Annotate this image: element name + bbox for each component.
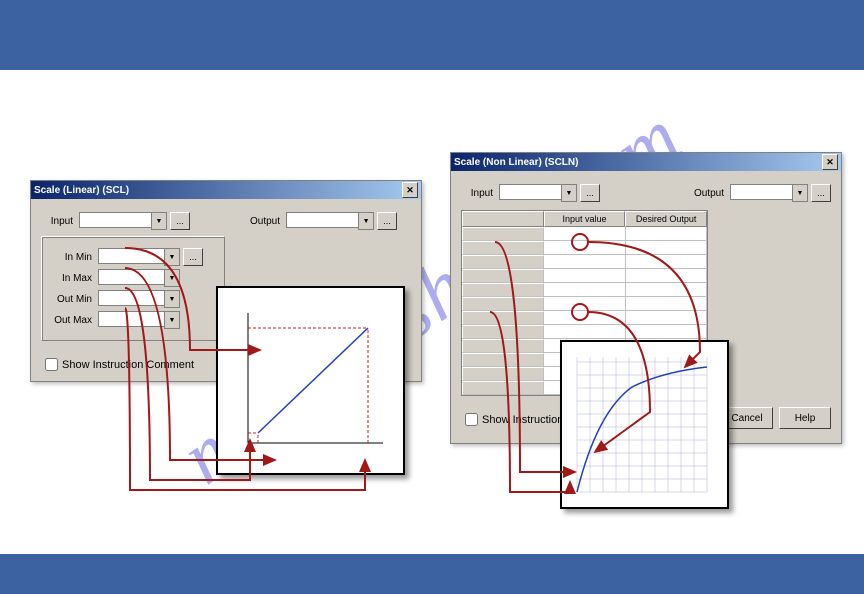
input-browse-button[interactable]: ... — [580, 184, 600, 202]
inmin-field[interactable]: ▼ — [98, 248, 180, 266]
close-icon[interactable]: ✕ — [402, 182, 418, 198]
col-input: Input value — [544, 211, 626, 227]
outmin-field[interactable]: ▼ — [98, 290, 180, 308]
output-browse-button[interactable]: ... — [377, 212, 397, 230]
bottom-banner — [0, 554, 864, 594]
output-label: Output — [250, 216, 280, 227]
col-output: Desired Output — [625, 211, 707, 227]
input-browse-button[interactable]: ... — [170, 212, 190, 230]
output-label: Output — [694, 188, 724, 199]
input-label: Input — [41, 216, 73, 227]
input-label: Input — [461, 188, 493, 199]
output-browse-button[interactable]: ... — [811, 184, 831, 202]
title-text: Scale (Linear) (SCL) — [34, 185, 129, 196]
plot-linear — [216, 286, 405, 475]
help-button[interactable]: Help — [779, 407, 831, 429]
top-banner — [0, 0, 864, 70]
linear-chart-svg — [218, 288, 403, 473]
inmin-browse[interactable]: ... — [183, 248, 203, 266]
close-icon[interactable]: ✕ — [822, 154, 838, 170]
input-combo[interactable]: ▼ — [79, 212, 167, 230]
titlebar-nonlinear: Scale (Non Linear) (SCLN) ✕ — [451, 153, 841, 171]
inmax-field[interactable]: ▼ — [98, 269, 180, 287]
title-text: Scale (Non Linear) (SCLN) — [454, 157, 578, 168]
inmax-label: In Max — [48, 273, 92, 284]
output-combo[interactable]: ▼ — [286, 212, 374, 230]
input-combo[interactable]: ▼ — [499, 184, 577, 202]
outmax-field[interactable]: ▼ — [98, 311, 180, 329]
output-combo[interactable]: ▼ — [730, 184, 808, 202]
outmin-label: Out Min — [48, 294, 92, 305]
show-comment-label: Show Instruction Comment — [62, 359, 194, 371]
plot-nonlinear — [560, 340, 729, 509]
inmin-label: In Min — [48, 252, 92, 263]
outmax-label: Out Max — [48, 315, 92, 326]
nonlinear-chart-svg — [562, 342, 727, 507]
titlebar-linear: Scale (Linear) (SCL) ✕ — [31, 181, 421, 199]
